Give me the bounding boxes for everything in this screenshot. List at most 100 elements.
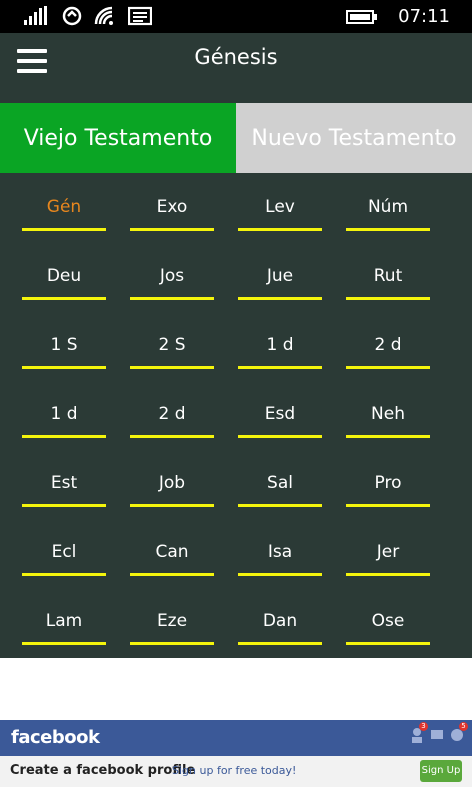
book-button[interactable]: Job	[130, 461, 214, 511]
book-underline	[22, 366, 106, 369]
book-button[interactable]: Lev	[238, 185, 322, 235]
sign-up-button[interactable]: Sign Up	[420, 760, 462, 782]
book-underline	[238, 573, 322, 576]
book-button[interactable]: Est	[22, 461, 106, 511]
book-button[interactable]: Ecl	[22, 530, 106, 580]
book-button[interactable]: Jer	[346, 530, 430, 580]
book-label: Deu	[46, 266, 82, 286]
battery-icon	[346, 9, 378, 24]
book-button[interactable]: Sal	[238, 461, 322, 511]
ad-headline: Create a facebook profile	[10, 763, 196, 778]
book-underline	[130, 366, 214, 369]
book-underline	[346, 228, 430, 231]
book-underline	[238, 366, 322, 369]
book-underline	[346, 504, 430, 507]
book-button[interactable]: Dan	[238, 599, 322, 649]
book-label: Sal	[267, 473, 293, 493]
book-button[interactable]: Neh	[346, 392, 430, 442]
book-underline	[346, 297, 430, 300]
book-label: Jos	[159, 266, 185, 286]
book-button[interactable]: Gén	[22, 185, 106, 235]
facebook-ad-bar: facebook 3 5	[0, 720, 472, 756]
book-label: Est	[50, 473, 78, 493]
book-underline	[346, 435, 430, 438]
book-label: 1 S	[50, 335, 78, 355]
book-label: Job	[158, 473, 186, 493]
book-underline	[22, 642, 106, 645]
book-label: Rut	[373, 266, 403, 286]
book-label: 2 d	[374, 335, 402, 355]
book-label: Núm	[367, 197, 409, 217]
book-button[interactable]: Ose	[346, 599, 430, 649]
book-button[interactable]: Exo	[130, 185, 214, 235]
book-underline	[346, 573, 430, 576]
book-button[interactable]: Núm	[346, 185, 430, 235]
book-button[interactable]: 1 S	[22, 323, 106, 373]
book-label: Exo	[156, 197, 188, 217]
book-button[interactable]: Rut	[346, 254, 430, 304]
book-underline	[130, 435, 214, 438]
facebook-cta-row: Create a facebook profile Sign up for fr…	[0, 756, 472, 787]
book-underline	[22, 435, 106, 438]
book-button[interactable]: Isa	[238, 530, 322, 580]
testament-tabs: Viejo Testamento Nuevo Testamento	[0, 103, 472, 173]
book-label: 2 d	[158, 404, 186, 424]
tab-viejo-testamento[interactable]: Viejo Testamento	[0, 103, 236, 173]
facebook-logo: facebook	[11, 727, 100, 748]
book-button[interactable]: Eze	[130, 599, 214, 649]
message-icon	[128, 6, 152, 26]
signal-icon	[24, 6, 47, 25]
book-label: Jue	[266, 266, 294, 286]
book-underline	[22, 228, 106, 231]
book-label: Ose	[371, 611, 405, 631]
book-underline	[238, 642, 322, 645]
book-button[interactable]: 2 d	[346, 323, 430, 373]
book-button[interactable]: 1 d	[22, 392, 106, 442]
book-label: 1 d	[50, 404, 78, 424]
book-label: Dan	[262, 611, 298, 631]
book-button[interactable]: Deu	[22, 254, 106, 304]
book-button[interactable]: Jue	[238, 254, 322, 304]
nfc-icon	[62, 6, 82, 26]
book-label: Ecl	[51, 542, 77, 562]
messages-icon	[430, 726, 444, 744]
book-button[interactable]: Esd	[238, 392, 322, 442]
book-button[interactable]: Pro	[346, 461, 430, 511]
status-bar: 07:11	[0, 0, 472, 33]
book-label: 1 d	[266, 335, 294, 355]
book-button[interactable]: Jos	[130, 254, 214, 304]
book-button[interactable]: 2 d	[130, 392, 214, 442]
status-clock: 07:11	[398, 6, 450, 27]
book-grid: Gén Exo Lev Núm Deu Jos Jue Rut 1 S 2 S 1 d 2 d 1 d 2…	[0, 173, 472, 658]
wifi-icon	[94, 6, 113, 25]
book-label: Jer	[376, 542, 400, 562]
book-underline	[346, 366, 430, 369]
book-button[interactable]: Lam	[22, 599, 106, 649]
book-underline	[238, 228, 322, 231]
book-underline	[346, 642, 430, 645]
facebook-notification-icons: 3 5	[410, 722, 468, 744]
book-underline	[238, 297, 322, 300]
globe-icon: 5	[450, 722, 468, 744]
book-underline	[238, 435, 322, 438]
friends-icon: 3	[410, 722, 428, 744]
book-underline	[130, 228, 214, 231]
book-button[interactable]: 1 d	[238, 323, 322, 373]
book-button[interactable]: Can	[130, 530, 214, 580]
book-label: Lev	[265, 197, 295, 217]
book-button[interactable]: 2 S	[130, 323, 214, 373]
book-underline	[130, 297, 214, 300]
book-underline	[130, 504, 214, 507]
ad-banner[interactable]: facebook 3 5 Create a facebook profile S…	[0, 720, 472, 787]
app-header: Génesis	[0, 33, 472, 103]
ad-subtext: Sign up for free today!	[172, 764, 297, 777]
book-label: Esd	[264, 404, 296, 424]
book-label: 2 S	[158, 335, 186, 355]
book-underline	[130, 573, 214, 576]
book-label: Isa	[267, 542, 293, 562]
book-label: Pro	[374, 473, 402, 493]
book-underline	[22, 573, 106, 576]
tab-nuevo-testamento[interactable]: Nuevo Testamento	[236, 103, 472, 173]
book-underline	[22, 297, 106, 300]
book-label: Eze	[156, 611, 188, 631]
